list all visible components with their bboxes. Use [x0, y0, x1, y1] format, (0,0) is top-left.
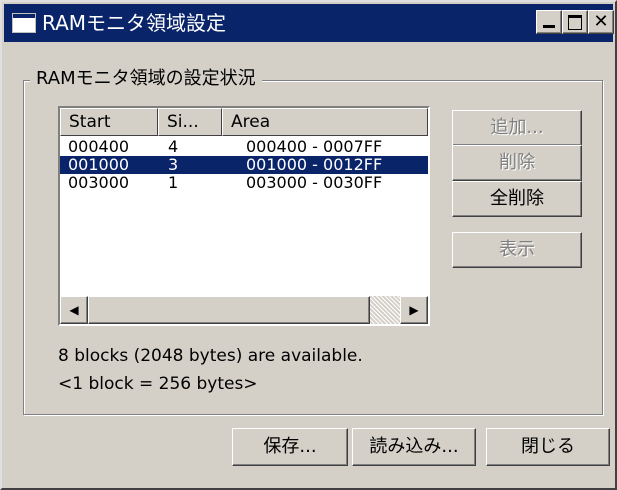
- minimize-button[interactable]: [536, 10, 562, 34]
- list-body: 000400 4 000400 - 0007FF 001000 3 001000…: [60, 138, 428, 192]
- arrow-left-icon: ◀: [69, 303, 79, 317]
- close-button[interactable]: ✕: [588, 10, 614, 34]
- block-size-text: <1 block = 256 bytes>: [58, 374, 258, 394]
- scroll-left-button[interactable]: ◀: [60, 296, 88, 324]
- close-dialog-button[interactable]: 閉じる: [486, 428, 610, 466]
- horizontal-scrollbar[interactable]: ◀ ▶: [60, 296, 428, 324]
- scroll-right-button[interactable]: ▶: [400, 296, 428, 324]
- cell-size: 1: [168, 173, 179, 192]
- cell-area: 001000 - 0012FF: [246, 155, 383, 174]
- delete-all-button[interactable]: 全削除: [452, 181, 582, 217]
- window-title: RAMモニタ領域設定: [42, 11, 227, 35]
- cell-area: 000400 - 0007FF: [246, 137, 383, 156]
- column-header-size[interactable]: Si...: [158, 108, 222, 136]
- list-header: Start Si... Area: [60, 108, 428, 136]
- window-app-icon: [12, 13, 36, 33]
- column-header-start[interactable]: Start: [60, 108, 158, 136]
- delete-button[interactable]: 削除: [452, 145, 582, 181]
- list-row-selected[interactable]: 001000 3 001000 - 0012FF: [60, 156, 428, 174]
- maximize-button[interactable]: [562, 10, 588, 34]
- title-bar[interactable]: RAMモニタ領域設定 ✕: [4, 4, 614, 42]
- list-row[interactable]: 000400 4 000400 - 0007FF: [60, 138, 428, 156]
- cell-area: 003000 - 0030FF: [246, 173, 383, 192]
- column-header-area[interactable]: Area: [222, 108, 428, 136]
- save-button[interactable]: 保存...: [232, 428, 348, 466]
- region-listview[interactable]: Start Si... Area 000400 4 000400 - 0007F…: [58, 106, 430, 326]
- show-button[interactable]: 表示: [452, 232, 582, 268]
- groupbox-title: RAMモニタ領域の設定状況: [30, 66, 262, 92]
- cell-start: 000400: [68, 137, 130, 156]
- cell-size: 4: [168, 137, 179, 156]
- arrow-right-icon: ▶: [409, 303, 419, 317]
- load-button[interactable]: 読み込み...: [352, 428, 476, 466]
- cell-start: 001000: [68, 155, 130, 174]
- cell-size: 3: [168, 155, 179, 174]
- add-button[interactable]: 追加...: [452, 110, 582, 146]
- scroll-thumb[interactable]: [88, 296, 370, 324]
- list-row[interactable]: 003000 1 003000 - 0030FF: [60, 174, 428, 192]
- available-blocks-text: 8 blocks (2048 bytes) are available.: [58, 346, 363, 366]
- close-icon: ✕: [593, 11, 609, 32]
- cell-start: 003000: [68, 173, 130, 192]
